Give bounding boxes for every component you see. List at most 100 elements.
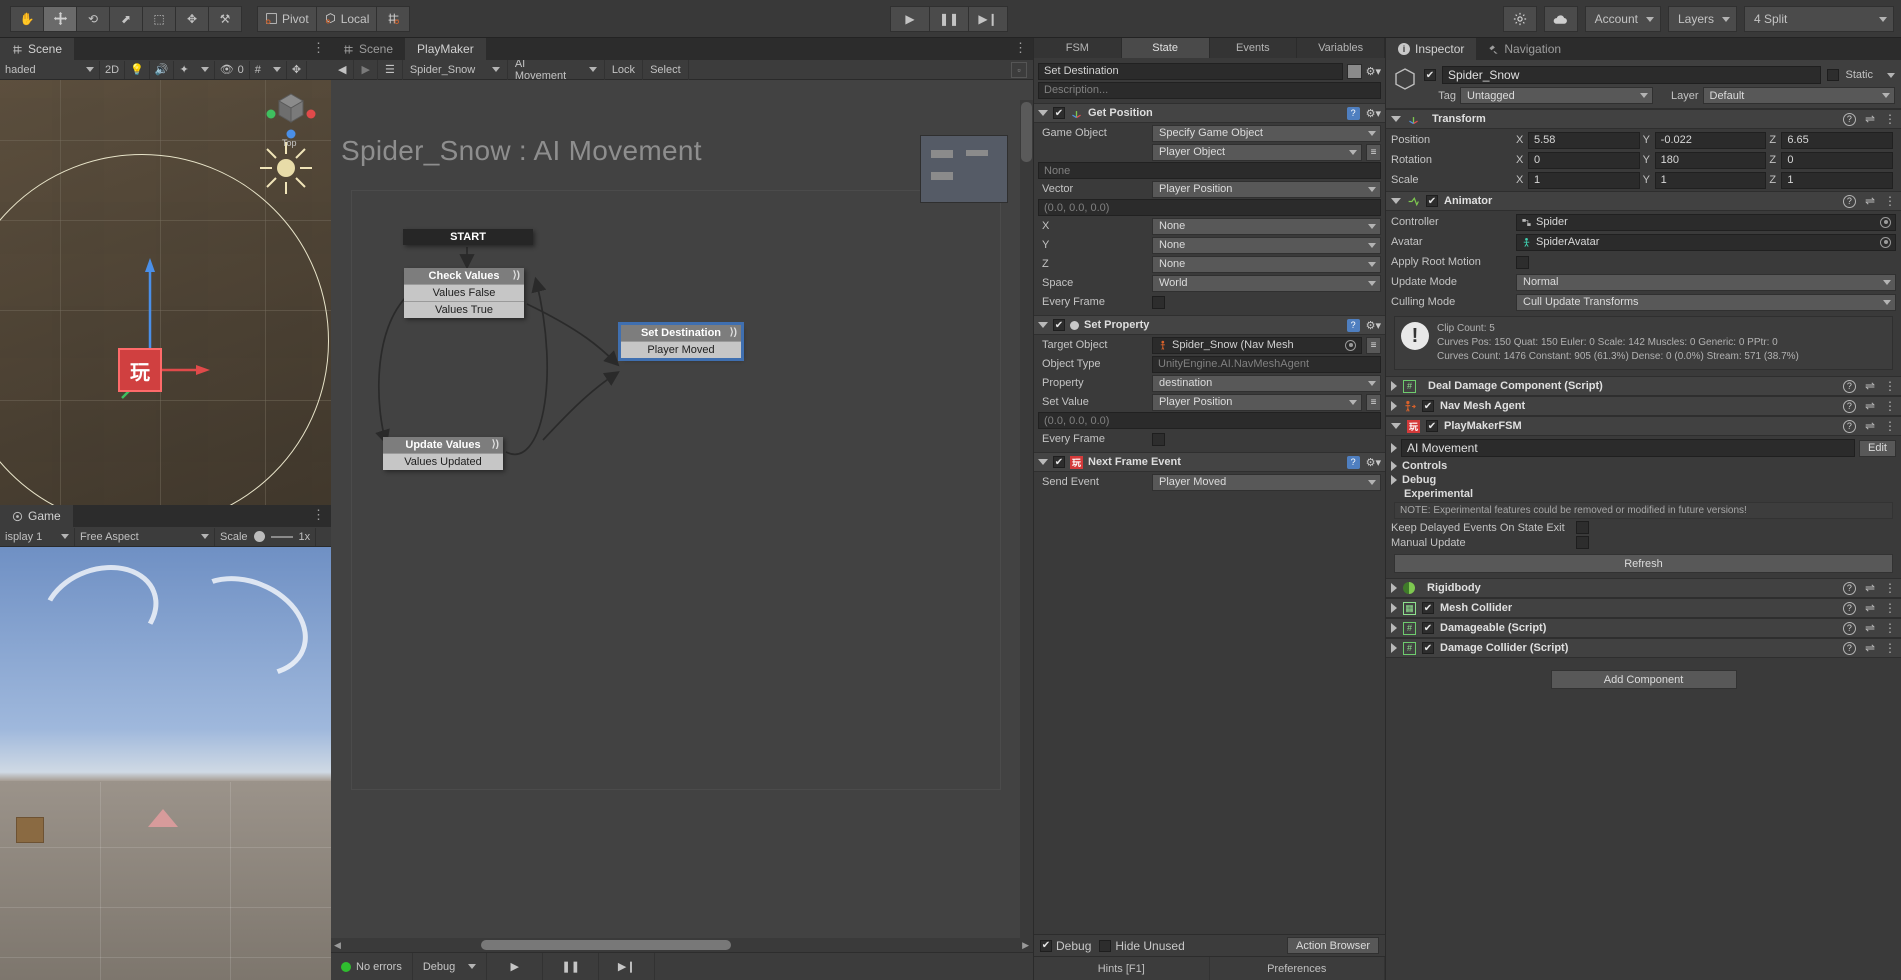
gameobject-name-input[interactable]: Spider_Snow — [1442, 66, 1822, 84]
culling-mode-dropdown[interactable]: Cull Update Transforms — [1516, 293, 1896, 311]
scene-lighting-toggle[interactable]: 💡 — [125, 60, 150, 79]
component-header-mesh-collider[interactable]: ▦ ✔ Mesh Collider ? ⇌ ⋮ — [1386, 598, 1901, 618]
chevron-down-icon[interactable] — [1038, 110, 1048, 116]
preset-icon[interactable]: ⇌ — [1865, 601, 1875, 615]
action-header-get-position[interactable]: ✔ Get Position ? ⚙▾ — [1034, 103, 1385, 123]
chevron-right-icon[interactable] — [1391, 443, 1397, 453]
hand-tool-button[interactable]: ✋ — [10, 5, 44, 32]
step-button[interactable]: ▶❙ — [968, 6, 1008, 32]
preset-icon[interactable]: ⇌ — [1865, 641, 1875, 655]
playmakerfsm-enabled-checkbox[interactable]: ✔ — [1426, 420, 1438, 432]
graph-node-event[interactable]: Values True — [404, 301, 524, 318]
tab-events[interactable]: Events — [1210, 38, 1298, 58]
gear-icon[interactable]: ⚙▾ — [1366, 65, 1381, 78]
tab-scene[interactable]: Scene — [0, 38, 75, 60]
component-header-transform[interactable]: Transform ? ⇌ ⋮ — [1386, 109, 1901, 129]
help-icon[interactable]: ? — [1842, 112, 1856, 126]
player-object-dropdown[interactable]: Player Object — [1152, 143, 1362, 161]
fsm-controls-fold[interactable]: Controls — [1391, 460, 1896, 472]
tab-navigation[interactable]: Navigation — [1476, 38, 1574, 60]
y-dropdown[interactable]: None — [1152, 236, 1381, 254]
avatar-object-field[interactable]: SpiderAvatar — [1516, 233, 1896, 251]
pm-lock-button[interactable]: Lock — [605, 59, 644, 80]
chevron-right-icon[interactable] — [1391, 461, 1397, 471]
context-menu-icon[interactable]: ⋮ — [1884, 112, 1896, 126]
transform-tool-button[interactable]: ✥ — [175, 5, 209, 32]
context-menu-icon[interactable]: ⋮ — [1884, 601, 1896, 615]
update-mode-dropdown[interactable]: Normal — [1516, 273, 1896, 291]
context-menu-icon[interactable]: ⋮ — [1884, 194, 1896, 208]
graph-node-event[interactable]: Values False — [404, 284, 524, 301]
fsm-edit-button[interactable]: Edit — [1859, 439, 1896, 457]
action-header-next-frame-event[interactable]: ✔ 玩 Next Frame Event ? ⚙▾ — [1034, 452, 1385, 472]
chevron-right-icon[interactable] — [1391, 643, 1397, 653]
gear-icon[interactable]: ⚙▾ — [1366, 456, 1381, 469]
chevron-right-icon[interactable] — [1391, 401, 1397, 411]
scale-y-input[interactable]: 1 — [1654, 171, 1767, 189]
space-dropdown[interactable]: World — [1152, 274, 1381, 292]
graph-node-set-destination[interactable]: Set Destination ⟩) Player Moved — [618, 322, 744, 361]
context-menu-icon[interactable]: ⋮ — [1884, 419, 1896, 433]
graph-node-event[interactable]: Player Moved — [621, 341, 741, 358]
help-icon[interactable]: ? — [1346, 455, 1360, 469]
custom-editor-tool-button[interactable]: ⚒ — [208, 5, 242, 32]
collab-button[interactable] — [1543, 6, 1578, 32]
component-header-playmaker-fsm[interactable]: 玩 ✔ PlayMakerFSM ? ⇌ ⋮ — [1386, 416, 1901, 436]
object-picker-icon[interactable] — [1880, 236, 1891, 248]
help-icon[interactable]: ? — [1346, 106, 1360, 120]
local-toggle-button[interactable]: Local — [315, 5, 378, 32]
keep-delayed-checkbox[interactable] — [1576, 521, 1589, 534]
action-header-set-property[interactable]: ✔ Set Property ? ⚙▾ — [1034, 315, 1385, 335]
state-description-input[interactable]: Description... — [1038, 81, 1381, 99]
component-header-rigidbody[interactable]: Rigidbody ? ⇌ ⋮ — [1386, 578, 1901, 598]
every-frame-checkbox[interactable] — [1152, 432, 1165, 446]
scene-panel-menu[interactable]: ⋮ — [312, 41, 325, 55]
tab-playmaker[interactable]: PlayMaker — [405, 38, 486, 60]
help-icon[interactable]: ? — [1842, 419, 1856, 433]
tab-scene-secondary[interactable]: Scene — [331, 38, 406, 60]
preset-icon[interactable]: ⇌ — [1865, 399, 1875, 413]
playmaker-graph-canvas[interactable]: Spider_Snow : AI Movement START Check Va… — [331, 80, 1033, 967]
graph-vscroll-thumb[interactable] — [1021, 102, 1032, 162]
display-dropdown[interactable]: isplay 1 — [0, 527, 75, 546]
object-picker-icon[interactable] — [1345, 339, 1356, 351]
toggle-2d-button[interactable]: 2D — [100, 60, 126, 79]
rotation-x-input[interactable]: 0 — [1528, 151, 1640, 169]
rotate-tool-button[interactable]: ⟲ — [76, 5, 110, 32]
action-enabled-checkbox[interactable]: ✔ — [1053, 107, 1065, 119]
component-header-damageable[interactable]: # ✔ Damageable (Script) ? ⇌ ⋮ — [1386, 618, 1901, 638]
layer-dropdown[interactable]: Default — [1702, 87, 1895, 104]
preset-icon[interactable]: ⇌ — [1865, 581, 1875, 595]
move-tool-button[interactable] — [43, 5, 77, 32]
pm-step-button[interactable]: ▶❙ — [599, 952, 656, 980]
pm-fsm-dropdown[interactable]: AI Movement — [508, 58, 605, 82]
context-menu-icon[interactable]: ⋮ — [1884, 379, 1896, 393]
chevron-right-icon[interactable] — [1391, 381, 1397, 391]
tab-state[interactable]: State — [1121, 38, 1210, 58]
fsm-name-input[interactable]: AI Movement — [1401, 439, 1856, 457]
position-y-input[interactable]: -0.022 — [1654, 131, 1767, 149]
pm-object-dropdown[interactable]: Spider_Snow — [403, 59, 508, 80]
add-component-button[interactable]: Add Component — [1550, 670, 1737, 689]
slider-handle[interactable] — [253, 531, 265, 542]
context-menu-icon[interactable]: ⋮ — [1884, 399, 1896, 413]
help-icon[interactable]: ? — [1842, 194, 1856, 208]
chevron-down-icon[interactable] — [1391, 423, 1401, 429]
tab-fsm[interactable]: FSM — [1034, 38, 1122, 58]
navmesh-enabled-checkbox[interactable]: ✔ — [1422, 400, 1434, 412]
account-dropdown[interactable]: Account — [1584, 6, 1661, 32]
graph-node-event[interactable]: Values Updated — [383, 453, 503, 470]
tab-variables[interactable]: Variables — [1297, 38, 1385, 58]
scale-x-input[interactable]: 1 — [1528, 171, 1640, 189]
chevron-down-icon[interactable] — [1038, 322, 1048, 328]
selected-object-marker[interactable]: 玩 — [118, 348, 162, 392]
preset-icon[interactable]: ⇌ — [1865, 621, 1875, 635]
animator-enabled-checkbox[interactable]: ✔ — [1426, 195, 1438, 207]
damageable-enabled-checkbox[interactable]: ✔ — [1422, 622, 1434, 634]
help-icon[interactable]: ? — [1842, 601, 1856, 615]
chevron-down-icon[interactable] — [1038, 459, 1048, 465]
chevron-down-icon[interactable] — [1391, 116, 1401, 122]
rotation-y-input[interactable]: 180 — [1654, 151, 1767, 169]
variable-menu-button[interactable]: ≡ — [1366, 143, 1381, 161]
help-icon[interactable]: ? — [1842, 399, 1856, 413]
